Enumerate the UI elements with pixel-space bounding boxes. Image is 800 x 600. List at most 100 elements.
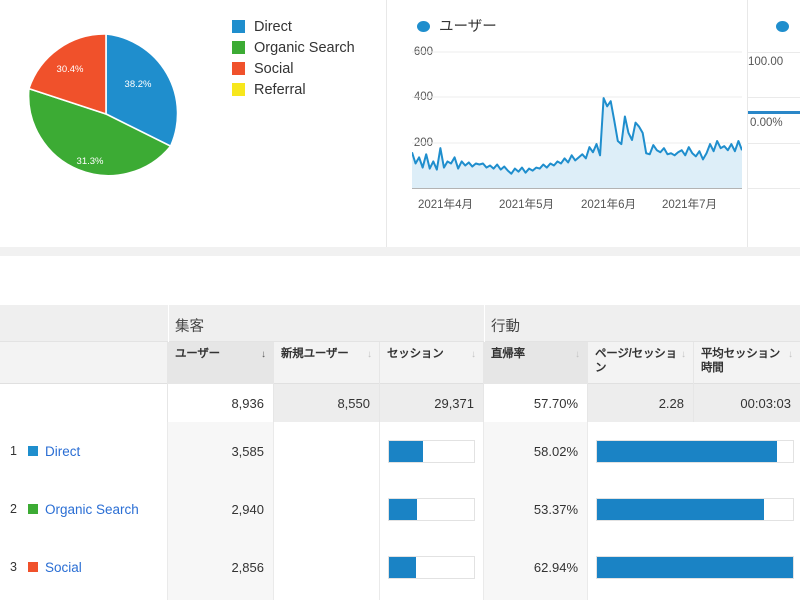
legend-item-users[interactable]: ユーザー — [417, 16, 497, 37]
sessions-bar-track — [388, 556, 475, 579]
legend-swatch-users — [417, 21, 430, 32]
legend-swatch-referral — [232, 83, 245, 96]
goal-y-tick-0: 0.00% — [750, 117, 783, 129]
row-source-cell[interactable] — [0, 596, 168, 600]
group-header-acquisition-label: 集客 — [175, 319, 204, 335]
analytics-dashboard: 38.2% 31.3% 30.4% Direct Organic Search … — [0, 0, 800, 600]
sessions-bar-fill — [389, 499, 418, 520]
legend-swatch-social — [232, 62, 245, 75]
table-column-header-row: ユーザー ↓ 新規ユーザー ↓ セッション ↓ 直帰率 ↓ ページ/セッション … — [0, 342, 800, 384]
goal-plot[interactable]: 100.00 0.00% — [748, 45, 800, 190]
sort-arrow-users[interactable]: ↓ — [261, 349, 266, 360]
table-row[interactable]: 3 Social 2,856 62.94% — [0, 538, 800, 596]
column-header-pages-per-session[interactable]: ページ/セッション ↓ — [588, 342, 694, 384]
sessions-bar-track — [388, 440, 475, 463]
row-source-cell[interactable]: 2 Organic Search — [0, 480, 168, 538]
row-bounce-bar-cell — [588, 480, 800, 538]
pie-chart-widget: 38.2% 31.3% 30.4% Direct Organic Search … — [0, 0, 387, 247]
column-header-users[interactable]: ユーザー ↓ — [168, 342, 274, 384]
legend-swatch-direct — [232, 20, 245, 33]
x-tick-2021-06: 2021年6月 — [581, 199, 636, 211]
goal-legend — [776, 16, 798, 37]
table-group-header-row: 集客 行動 — [0, 305, 800, 342]
sort-arrow-avg-session-duration[interactable]: ↓ — [788, 349, 793, 360]
goal-y-tick-100: 100.00 — [748, 56, 784, 68]
timeseries-svg — [411, 51, 743, 189]
summary-cell-source — [0, 384, 168, 422]
row-bounce-rate-cell: 53.37% — [484, 480, 588, 538]
group-sep-2 — [484, 305, 485, 342]
goal-gridline-low — [748, 143, 800, 144]
row-rank: 1 — [10, 444, 17, 458]
source-color-dot — [28, 504, 38, 514]
column-header-avg-session-duration[interactable]: 平均セッション時間 ↓ — [694, 342, 800, 384]
sort-arrow-bounce-rate[interactable]: ↓ — [575, 349, 580, 360]
bounce-bar-fill — [597, 499, 764, 520]
source-link[interactable]: Direct — [45, 444, 80, 459]
legend-item-direct[interactable]: Direct — [232, 16, 355, 37]
row-source-cell[interactable]: 1 Direct — [0, 422, 168, 480]
column-header-new-users-label: 新規ユーザー — [281, 348, 349, 360]
sort-arrow-sessions[interactable]: ↓ — [471, 349, 476, 360]
goal-gridline-top — [748, 52, 800, 53]
legend-label-organic-search: Organic Search — [254, 39, 355, 56]
users-timeseries-widget: ユーザー 600 400 200 2021年4月 2021年5月 2021年6月… — [387, 0, 748, 247]
legend-item-goal[interactable] — [776, 16, 798, 37]
pie-label-organic-search: 31.3% — [77, 156, 104, 167]
timeseries-legend: ユーザー — [417, 16, 497, 37]
legend-item-referral[interactable]: Referral — [232, 79, 355, 100]
row-bounce-rate-cell: 58.02% — [484, 422, 588, 480]
bounce-bar-fill — [597, 441, 778, 462]
widget-strip: 38.2% 31.3% 30.4% Direct Organic Search … — [0, 0, 800, 247]
column-header-sessions-label: セッション — [387, 348, 444, 360]
table-row[interactable]: 1 Direct 3,585 58.02% — [0, 422, 800, 480]
goal-series-line — [748, 111, 800, 114]
row-source-cell[interactable]: 3 Social — [0, 538, 168, 596]
row-new-users-cell — [274, 596, 380, 600]
row-users-cell: 3,585 — [168, 422, 274, 480]
group-sep-1 — [168, 305, 169, 342]
source-link[interactable]: Social — [45, 560, 82, 575]
x-tick-2021-05: 2021年5月 — [499, 199, 554, 211]
table-row[interactable]: 2 Organic Search 2,940 53.37% — [0, 480, 800, 538]
goal-conversion-widget: 100.00 0.00% — [748, 0, 800, 247]
legend-swatch-organic-search — [232, 41, 245, 54]
column-header-users-label: ユーザー — [175, 348, 220, 360]
column-header-sessions[interactable]: セッション ↓ — [380, 342, 484, 384]
row-sessions-cell — [380, 422, 484, 480]
row-users-cell: 2,856 — [168, 538, 274, 596]
column-header-source[interactable] — [0, 342, 168, 384]
bounce-bar-track — [596, 556, 794, 579]
sort-arrow-pages-per-session[interactable]: ↓ — [681, 349, 686, 360]
row-sessions-cell — [380, 596, 484, 600]
column-header-pages-per-session-label: ページ/セッション — [595, 348, 677, 374]
sort-arrow-new-users[interactable]: ↓ — [367, 349, 372, 360]
section-divider — [0, 247, 800, 256]
pie-chart-svg: 38.2% 31.3% 30.4% — [27, 33, 179, 177]
group-header-acquisition: 集客 — [168, 305, 484, 342]
pie-chart[interactable]: 38.2% 31.3% 30.4% — [18, 26, 194, 202]
legend-label-users: ユーザー — [439, 18, 497, 35]
legend-label-social: Social — [254, 60, 294, 77]
row-bounce-bar-cell — [588, 596, 800, 600]
legend-label-referral: Referral — [254, 81, 306, 98]
row-bounce-bar-cell — [588, 422, 800, 480]
row-new-users-cell — [274, 538, 380, 596]
bounce-bar-track — [596, 498, 794, 521]
row-bounce-bar-cell — [588, 538, 800, 596]
sessions-bar-track — [388, 498, 475, 521]
summary-cell-avg-session-duration: 00:03:03 — [694, 384, 800, 422]
pie-label-direct: 38.2% — [125, 79, 152, 90]
legend-item-organic-search[interactable]: Organic Search — [232, 37, 355, 58]
row-users-cell: 2,940 — [168, 480, 274, 538]
column-header-bounce-rate[interactable]: 直帰率 ↓ — [484, 342, 588, 384]
row-new-users-cell — [274, 422, 380, 480]
column-header-new-users[interactable]: 新規ユーザー ↓ — [274, 342, 380, 384]
source-link[interactable]: Organic Search — [45, 502, 139, 517]
summary-cell-new-users: 8,550 — [274, 384, 380, 422]
bounce-bar-track — [596, 440, 794, 463]
timeseries-plot[interactable] — [411, 45, 743, 190]
legend-item-social[interactable]: Social — [232, 58, 355, 79]
table-row[interactable] — [0, 596, 800, 600]
summary-cell-users: 8,936 — [168, 384, 274, 422]
